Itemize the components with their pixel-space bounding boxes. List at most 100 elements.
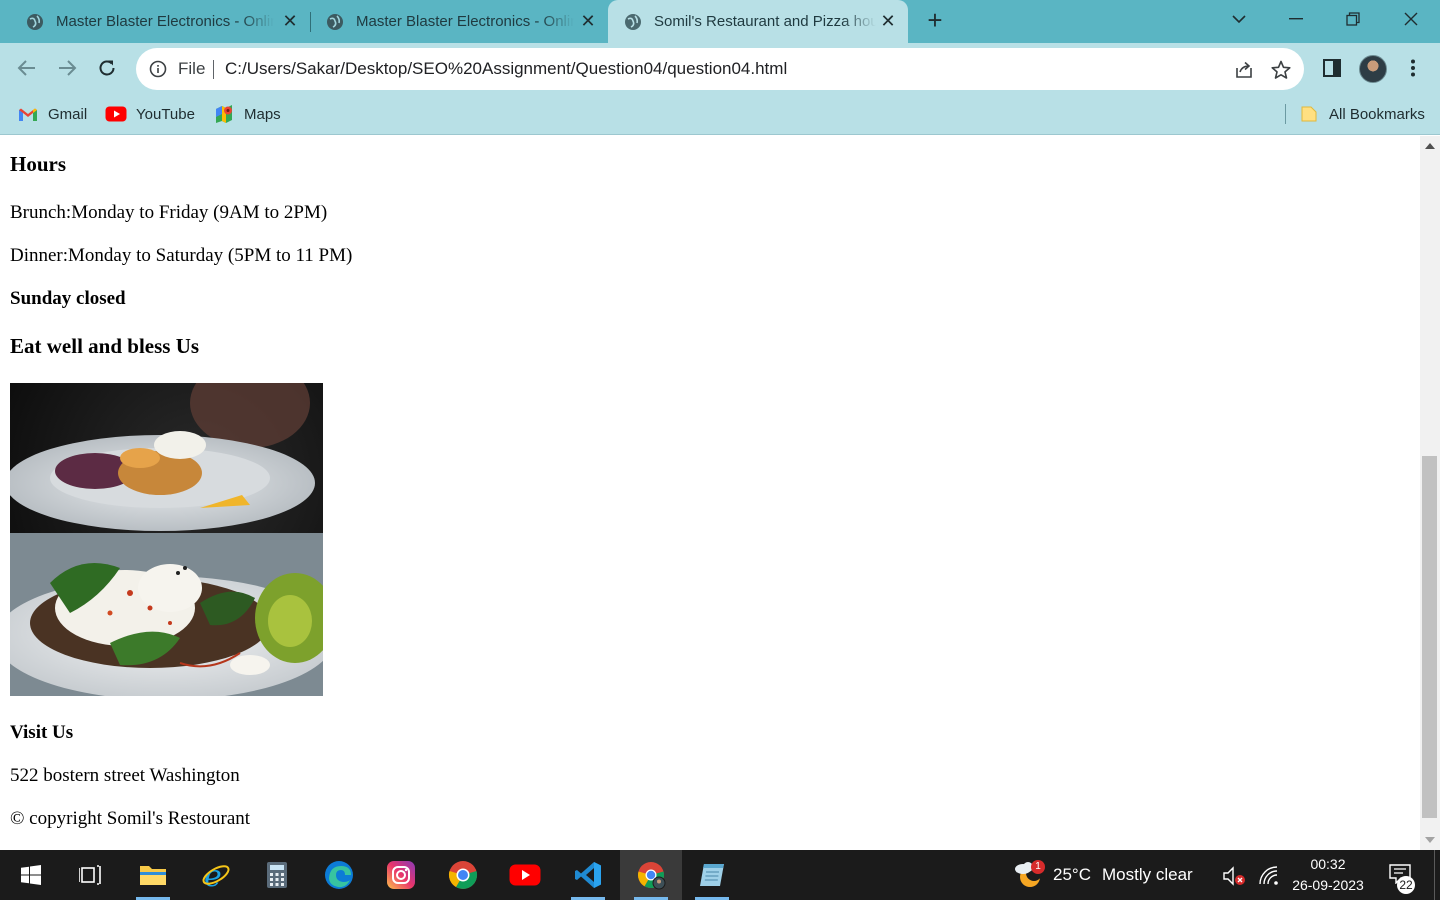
share-icon[interactable] <box>1234 60 1254 80</box>
bookmark-label: Maps <box>244 105 281 123</box>
copyright-text: © copyright Somil's Restourant <box>10 808 251 829</box>
minimize-icon <box>1289 18 1303 20</box>
tab-strip: Master Blaster Electronics - Online Stor… <box>0 0 1440 43</box>
tab-master-blaster-2[interactable]: Master Blaster Electronics - Online Stor… <box>300 0 608 43</box>
info-icon <box>149 60 167 78</box>
wifi-icon <box>1259 866 1278 885</box>
dinner-hours: Dinner:Monday to Saturday (5PM to 11 PM) <box>10 245 353 266</box>
tab-somils-restaurant[interactable]: Somil's Restaurant and Pizza house ✕ <box>608 0 908 43</box>
taskbar-file-explorer[interactable] <box>122 850 184 900</box>
scrollbar-thumb[interactable] <box>1422 456 1437 818</box>
taskbar-notepad[interactable] <box>681 850 743 900</box>
gmail-icon <box>17 105 39 123</box>
bookmarks-bar: Gmail YouTube Maps All Bookmarks <box>0 93 1440 135</box>
side-panel-button[interactable] <box>1321 57 1343 79</box>
close-window-button[interactable] <box>1383 0 1439 38</box>
forward-button[interactable] <box>54 55 80 81</box>
close-icon <box>1404 12 1418 26</box>
address-text: 522 bostern street Washington <box>10 765 240 786</box>
globe-icon <box>625 13 641 30</box>
bookmark-star-icon[interactable] <box>1270 59 1292 81</box>
scroll-up-arrow-icon[interactable] <box>1425 143 1435 149</box>
hours-heading: Hours <box>10 152 67 176</box>
brunch-hours: Brunch:Monday to Friday (9AM to 2PM) <box>10 202 328 223</box>
taskbar-chrome[interactable] <box>432 850 494 900</box>
new-tab-button[interactable]: + <box>922 7 948 34</box>
taskbar-edge[interactable] <box>308 850 370 900</box>
youtube-icon <box>105 105 127 123</box>
close-tab-icon[interactable]: ✕ <box>580 12 596 30</box>
browser-toolbar: File C:/Users/Sakar/Desktop/SEO%20Assign… <box>0 43 1440 93</box>
weather-temp: 25°C <box>1053 865 1091 884</box>
task-view-button[interactable] <box>59 850 121 900</box>
visit-us-heading: Visit Us <box>10 722 74 743</box>
reload-button[interactable] <box>94 55 120 81</box>
weather-condition: Mostly clear <box>1102 865 1193 884</box>
arrow-right-icon <box>59 60 77 76</box>
all-bookmarks-button[interactable]: All Bookmarks <box>1298 103 1425 125</box>
page-scrollbar[interactable] <box>1420 136 1440 850</box>
menu-button[interactable] <box>1402 57 1424 79</box>
network-button[interactable] <box>1257 864 1281 886</box>
chrome-profile-icon <box>638 862 666 890</box>
chevron-down-icon <box>1232 15 1246 24</box>
bookmarks-divider <box>1285 104 1286 124</box>
side-panel-icon <box>1323 59 1341 77</box>
system-clock[interactable]: 00:32 26-09-2023 <box>1282 854 1374 896</box>
maps-icon <box>213 105 235 123</box>
tab-title: Somil's Restaurant and Pizza house <box>654 13 876 30</box>
volume-muted-button[interactable] <box>1222 865 1248 887</box>
arrow-left-icon <box>17 60 35 76</box>
back-button[interactable] <box>14 55 40 81</box>
bookmark-label: YouTube <box>136 105 195 123</box>
weather-badge: 1 <box>1031 860 1045 874</box>
globe-icon <box>327 13 343 30</box>
taskbar-internet-explorer[interactable]: e <box>185 850 247 900</box>
bookmark-label: Gmail <box>48 105 88 123</box>
volume-muted-icon <box>1223 866 1245 886</box>
bookmark-gmail[interactable]: Gmail <box>17 103 87 125</box>
close-tab-icon[interactable]: ✕ <box>880 12 896 30</box>
instagram-icon <box>387 861 415 889</box>
taskbar-youtube[interactable] <box>494 850 556 900</box>
chrome-icon <box>448 861 478 889</box>
calculator-icon <box>267 862 287 888</box>
address-url[interactable]: C:/Users/Sakar/Desktop/SEO%20Assignment/… <box>225 59 787 79</box>
close-tab-icon[interactable]: ✕ <box>282 12 298 30</box>
weather-widget[interactable]: 1 25°C Mostly clear <box>1010 850 1205 900</box>
tab-search-button[interactable] <box>1211 0 1267 38</box>
address-scheme-label: File <box>178 59 206 78</box>
youtube-app-icon <box>509 864 541 886</box>
bookmark-youtube[interactable]: YouTube <box>105 103 195 125</box>
clock-date: 26-09-2023 <box>1292 877 1364 893</box>
windows-logo-icon <box>21 865 41 885</box>
folder-icon <box>1298 105 1320 123</box>
notification-center-button[interactable]: 22 <box>1385 860 1417 894</box>
tab-title: Master Blaster Electronics - Online Stor… <box>56 13 274 30</box>
taskbar-instagram[interactable] <box>370 850 432 900</box>
clock-time: 00:32 <box>1310 856 1346 872</box>
show-desktop-button[interactable] <box>1434 850 1435 900</box>
minimize-button[interactable] <box>1268 0 1324 38</box>
taskbar-vscode[interactable] <box>557 850 619 900</box>
address-bar[interactable]: File C:/Users/Sakar/Desktop/SEO%20Assign… <box>136 48 1304 90</box>
sunday-closed: Sunday closed <box>10 288 126 309</box>
all-bookmarks-label: All Bookmarks <box>1329 105 1425 123</box>
scroll-down-arrow-icon[interactable] <box>1425 837 1435 843</box>
web-page: Hours Brunch:Monday to Friday (9AM to 2P… <box>0 136 1420 850</box>
internet-explorer-icon: e <box>202 860 230 890</box>
taskbar-calculator[interactable] <box>246 850 308 900</box>
profile-avatar[interactable] <box>1359 55 1387 83</box>
restore-button[interactable] <box>1325 0 1381 38</box>
food-image <box>10 383 323 696</box>
tab-title: Master Blaster Electronics - Online Stor… <box>356 13 574 30</box>
tab-master-blaster-1[interactable]: Master Blaster Electronics - Online Stor… <box>0 0 310 43</box>
address-divider <box>213 60 214 79</box>
start-button[interactable] <box>0 850 62 900</box>
restore-icon <box>1346 12 1360 26</box>
windows-taskbar: e 1 25°C Mostly clear 00:32 26-09-2023 2… <box>0 850 1440 900</box>
task-view-icon <box>79 865 101 885</box>
bookmark-maps[interactable]: Maps <box>213 103 281 125</box>
tagline-heading: Eat well and bless Us <box>10 334 200 358</box>
taskbar-chrome-profile[interactable] <box>620 850 682 900</box>
